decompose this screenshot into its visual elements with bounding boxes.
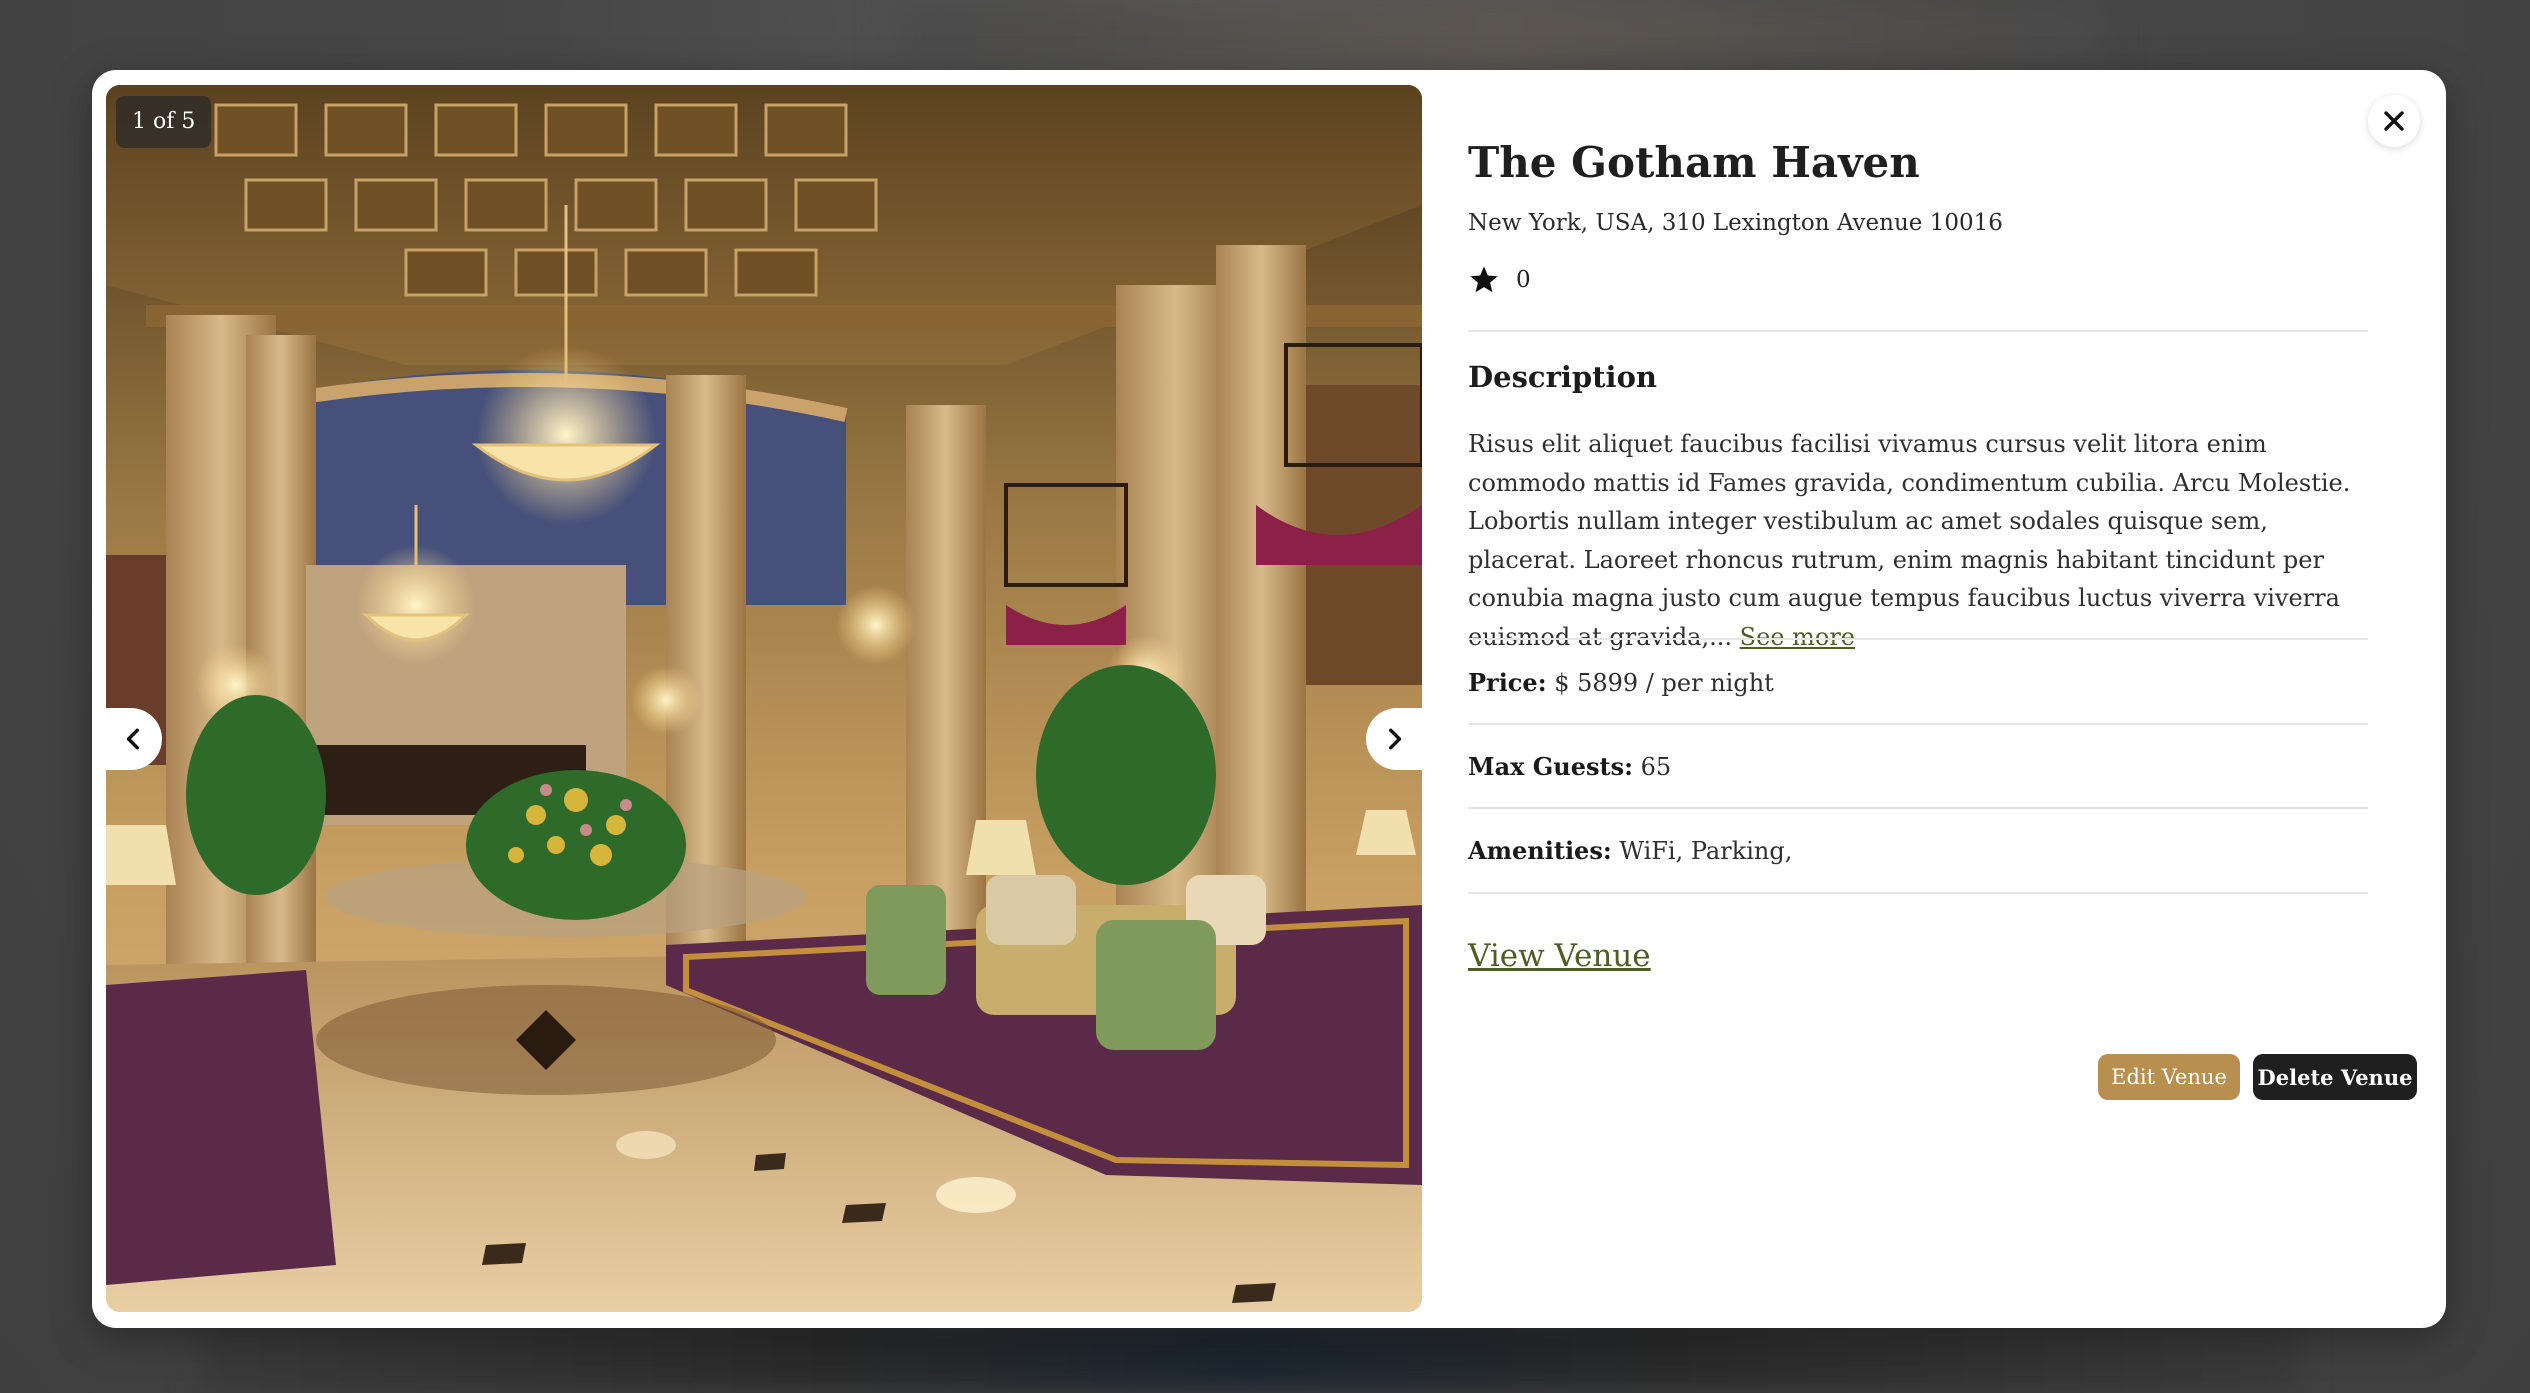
see-more-link[interactable]: See more xyxy=(1740,623,1855,651)
description-heading: Description xyxy=(1468,360,1657,394)
close-button[interactable] xyxy=(2368,95,2420,147)
chevron-right-icon xyxy=(1389,728,1402,750)
divider xyxy=(1468,807,2368,809)
image-gallery: 1 of 5 xyxy=(106,85,1422,1312)
price-row: Price: $ 5899 / per night xyxy=(1468,668,1774,697)
venue-address: New York, USA, 310 Lexington Avenue 1001… xyxy=(1468,210,2003,236)
image-counter: 1 of 5 xyxy=(116,96,212,148)
max-guests-label: Max Guests: xyxy=(1468,752,1633,781)
divider xyxy=(1468,638,2368,640)
venue-photo xyxy=(106,85,1422,1312)
amenities-value: WiFi, Parking, xyxy=(1619,837,1793,865)
divider xyxy=(1468,723,2368,725)
venue-title: The Gotham Haven xyxy=(1468,138,1920,187)
amenities-row: Amenities: WiFi, Parking, xyxy=(1468,836,1792,865)
description-body: Risus elit aliquet faucibus facilisi viv… xyxy=(1468,430,2351,651)
description-text: Risus elit aliquet faucibus facilisi viv… xyxy=(1468,425,2368,656)
divider xyxy=(1468,330,2368,332)
price-label: Price: xyxy=(1468,668,1547,697)
next-image-button[interactable] xyxy=(1366,708,1422,770)
max-guests-value: 65 xyxy=(1640,753,1672,781)
backdrop-blur-top xyxy=(900,0,2100,70)
venue-rating: 0 xyxy=(1468,264,1531,296)
delete-venue-button[interactable]: Delete Venue xyxy=(2253,1054,2417,1100)
venue-modal: 1 of 5 The Gotham Haven New York, USA, 3… xyxy=(92,70,2446,1328)
rating-value: 0 xyxy=(1516,267,1531,293)
max-guests-row: Max Guests: 65 xyxy=(1468,752,1671,781)
backdrop-blur-bottom xyxy=(200,1320,2300,1393)
view-venue-link[interactable]: View Venue xyxy=(1468,938,1651,974)
divider xyxy=(1468,892,2368,894)
close-icon xyxy=(2384,111,2404,131)
amenities-label: Amenities: xyxy=(1468,836,1612,865)
price-value: $ 5899 / per night xyxy=(1554,669,1774,697)
star-icon xyxy=(1470,266,1498,293)
edit-venue-button[interactable]: Edit Venue xyxy=(2098,1054,2240,1100)
chevron-left-icon xyxy=(126,728,139,750)
